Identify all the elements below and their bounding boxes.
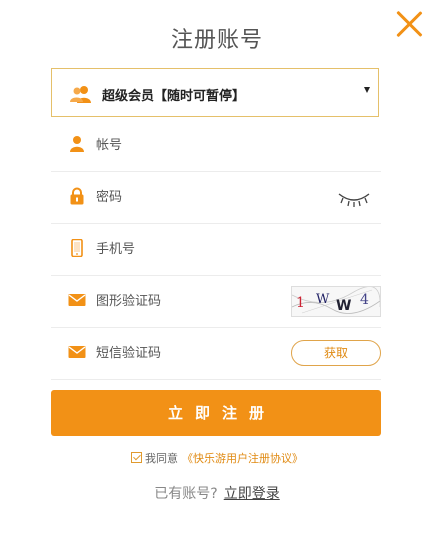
password-input[interactable] <box>96 172 306 223</box>
agree-prefix: 我同意 <box>145 452 178 465</box>
phone-icon <box>71 239 83 257</box>
login-prompt: 已有账号? 立即登录 <box>0 483 434 503</box>
sms-code-input[interactable] <box>96 328 306 379</box>
close-icon[interactable] <box>396 10 424 38</box>
member-type-select[interactable]: 超级会员【随时可暂停】 <box>51 68 379 117</box>
svg-text:W: W <box>316 292 330 307</box>
account-row <box>51 120 381 172</box>
phone-input[interactable] <box>96 224 306 275</box>
eye-closed-icon[interactable] <box>337 188 371 210</box>
sms-row: 获取 <box>51 328 381 380</box>
phone-row <box>51 224 381 276</box>
captcha-input[interactable] <box>96 276 306 327</box>
member-type-label: 超级会员【随时可暂停】 <box>102 89 246 104</box>
password-row <box>51 172 381 224</box>
users-icon <box>70 86 91 103</box>
svg-text:4: 4 <box>360 292 369 308</box>
account-input[interactable] <box>96 120 306 171</box>
svg-text:1: 1 <box>296 295 305 311</box>
get-code-button[interactable]: 获取 <box>291 340 381 366</box>
svg-text:W: W <box>336 298 351 314</box>
captcha-image[interactable]: 1 W W 4 <box>291 286 381 317</box>
login-link[interactable]: 立即登录 <box>224 486 280 502</box>
lock-icon <box>70 187 84 205</box>
agree-checkbox[interactable] <box>131 452 142 463</box>
chevron-down-icon <box>364 87 370 93</box>
login-prompt-text: 已有账号? <box>154 486 218 502</box>
mail-icon <box>68 294 86 306</box>
mail-icon <box>68 346 86 358</box>
agreement: 我同意 《快乐游用户注册协议》 <box>0 450 434 466</box>
register-button[interactable]: 立即注册 <box>51 390 381 436</box>
user-icon <box>70 136 84 152</box>
captcha-row: 1 W W 4 <box>51 276 381 328</box>
agreement-link[interactable]: 《快乐游用户注册协议》 <box>182 452 303 465</box>
page-title: 注册账号 <box>170 28 263 53</box>
